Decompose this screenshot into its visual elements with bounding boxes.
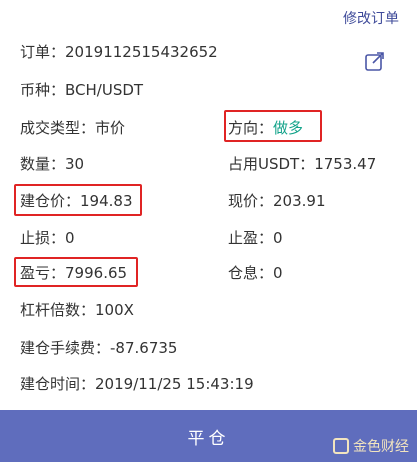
pnl-label: 盈亏： [20,264,66,282]
leverage-value: 100X [95,301,134,319]
direction-label: 方向： [228,119,274,137]
trade-type-value: 市价 [95,119,126,137]
trade-type-row: 成交类型：市价 [20,118,125,138]
trade-type-label: 成交类型： [20,119,96,137]
direction-row: 方向：做多 [228,118,303,138]
open-fee-row: 建仓手续费：-87.6735 [20,338,177,358]
open-time-row: 建仓时间：2019/11/25 15:43:19 [20,374,254,394]
position-interest-row: 仓息：0 [228,263,283,283]
usdt-used-value: 1753.47 [314,155,377,173]
usdt-used-label: 占用USDT： [228,155,315,173]
take-profit-row: 止盈：0 [228,228,283,248]
order-label: 订单： [20,43,66,61]
quantity-label: 数量： [20,155,66,173]
coin-row: 币种：BCH/USDT [20,80,143,100]
stop-loss-label: 止损： [20,229,66,247]
stop-loss-value: 0 [65,229,75,247]
open-price-value: 194.83 [80,192,133,210]
open-price-row: 建仓价：194.83 [20,191,133,211]
leverage-row: 杠杆倍数：100X [20,300,134,320]
position-interest-label: 仓息： [228,264,274,282]
leverage-label: 杠杆倍数： [20,301,96,319]
pnl-row: 盈亏：7996.65 [20,263,127,283]
current-price-row: 现价：203.91 [228,191,326,211]
quantity-row: 数量：30 [20,154,84,174]
order-value: 2019112515432652 [65,43,218,61]
direction-value: 做多 [273,119,304,137]
open-fee-label: 建仓手续费： [20,339,111,357]
stop-loss-row: 止损：0 [20,228,75,248]
open-price-label: 建仓价： [20,192,81,210]
open-fee-value: -87.6735 [110,339,178,357]
coin-value: BCH/USDT [65,81,144,99]
open-time-label: 建仓时间： [20,375,96,393]
usdt-used-row: 占用USDT：1753.47 [228,154,376,174]
pnl-value: 7996.65 [65,264,128,282]
watermark-text: 金色财经 [353,439,409,455]
watermark-logo-icon [333,438,349,454]
edit-order-link[interactable]: 修改订单 [343,8,399,28]
current-price-label: 现价： [228,192,274,210]
open-time-value: 2019/11/25 15:43:19 [95,375,254,393]
order-row: 订单：2019112515432652 [20,42,218,62]
take-profit-label: 止盈： [228,229,274,247]
watermark: 金色财经 [333,436,409,456]
position-interest-value: 0 [273,264,283,282]
share-icon[interactable] [364,50,386,72]
current-price-value: 203.91 [273,192,326,210]
take-profit-value: 0 [273,229,283,247]
coin-label: 币种： [20,81,66,99]
quantity-value: 30 [65,155,85,173]
